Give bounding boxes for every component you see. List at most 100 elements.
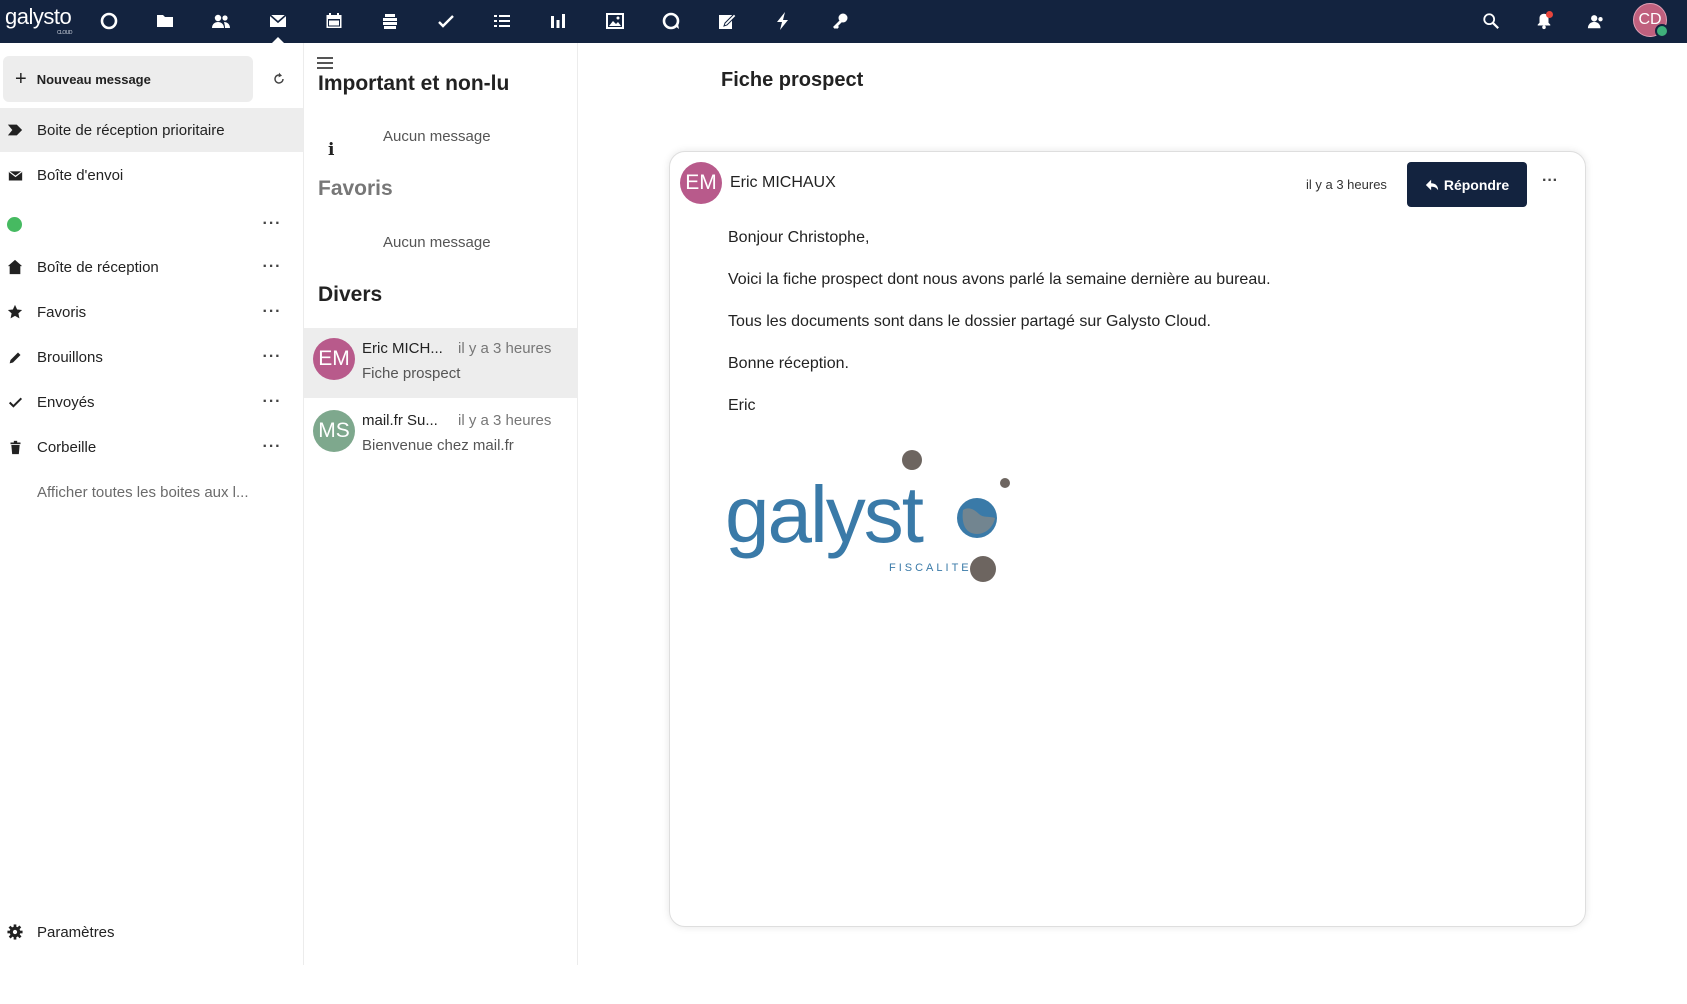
message-sender: mail.fr Su... (362, 412, 438, 429)
plus-icon: + (15, 68, 27, 90)
dashboard-icon[interactable] (93, 5, 125, 37)
outbox-icon (6, 166, 24, 184)
logo-wordmark: galyst (725, 470, 924, 559)
analytics-icon[interactable] (542, 5, 574, 37)
nav-item-priority-inbox[interactable]: Boite de réception prioritaire (0, 108, 303, 152)
nav-item-show-all-mailboxes[interactable]: Afficher toutes les boites aux l... (0, 470, 303, 514)
menu-toggle-icon[interactable] (317, 57, 333, 69)
message-list: Important et non-lu i Aucun message Favo… (304, 43, 578, 965)
message-list-item[interactable]: MS mail.fr Su... il y a 3 heures Bienven… (304, 400, 578, 470)
nav-item-label: Favoris (37, 303, 87, 321)
empty-message: Aucun message (383, 234, 491, 251)
search-icon[interactable] (1475, 5, 1507, 37)
empty-message: Aucun message (383, 128, 491, 145)
section-title-favorites: Favoris (318, 177, 393, 200)
nav-item-label: Boîte d'envoi (37, 166, 124, 184)
contacts-menu-icon[interactable] (1580, 5, 1612, 37)
section-title-other: Divers (318, 283, 383, 306)
message-list-item[interactable]: EM Eric MICH... il y a 3 heures Fiche pr… (304, 328, 578, 398)
nav-item-label: Boîte de réception (37, 258, 159, 276)
reply-button[interactable]: Répondre (1407, 162, 1527, 207)
passwords-icon[interactable] (824, 5, 856, 37)
settings-button[interactable]: Paramètres (0, 912, 303, 952)
info-icon[interactable]: i (328, 140, 334, 160)
trash-icon (6, 438, 24, 456)
nav-item-favorites[interactable]: Favoris ··· (0, 290, 303, 334)
message-sender: Eric MICH... (362, 340, 443, 357)
brand-subtitle: CLOUD (57, 30, 73, 36)
more-options-icon[interactable]: ··· (262, 348, 282, 366)
notification-badge (1546, 11, 1553, 18)
logo-tagline: FISCALITE (889, 562, 972, 574)
star-icon (6, 303, 24, 321)
message-body-line: Bonjour Christophe, (728, 229, 870, 246)
message-title: Fiche prospect (721, 69, 864, 91)
nav-item-label: Corbeille (37, 438, 97, 456)
priority-icon (6, 121, 24, 139)
avatar-initials: EM (685, 171, 717, 194)
new-message-button[interactable]: + Nouveau message (3, 56, 253, 102)
message-time: il y a 3 heures (458, 340, 552, 357)
check-icon (6, 393, 24, 411)
nav-item-inbox[interactable]: Boîte de réception ··· (0, 245, 303, 289)
user-status-indicator (1655, 24, 1669, 38)
contacts-icon[interactable] (205, 5, 237, 37)
more-options-icon[interactable]: ··· (262, 438, 282, 456)
deck-icon[interactable] (374, 5, 406, 37)
message-timestamp: il y a 3 heures (1306, 177, 1387, 192)
notes-icon[interactable] (711, 5, 743, 37)
settings-label: Paramètres (37, 923, 115, 941)
reply-icon (1425, 179, 1438, 190)
nav-item-outbox[interactable]: Boîte d'envoi (0, 153, 303, 197)
nav-item-trash[interactable]: Corbeille ··· (0, 425, 303, 469)
refresh-icon[interactable] (268, 68, 290, 90)
mail-icon[interactable] (262, 5, 294, 43)
nav-item-account[interactable]: ··· (0, 202, 303, 246)
avatar: MS (313, 410, 355, 452)
nav-item-label: Envoyés (37, 393, 95, 411)
message-body-line: Tous les documents sont dans le dossier … (728, 313, 1211, 330)
message-body-line: Eric (728, 397, 756, 414)
calendar-icon[interactable] (318, 5, 350, 37)
talk-icon[interactable] (655, 5, 687, 37)
tasks-icon[interactable] (430, 5, 462, 37)
gear-icon (6, 923, 24, 941)
nav-item-label: Boite de réception prioritaire (37, 121, 225, 139)
message-subject: Fiche prospect (362, 365, 461, 382)
message-body-line: Bonne réception. (728, 355, 849, 372)
notifications-bell-icon[interactable] (1528, 5, 1560, 37)
photos-icon[interactable] (599, 5, 631, 37)
brand-name: galysto (5, 4, 72, 29)
new-message-label: Nouveau message (36, 71, 151, 87)
more-options-icon[interactable]: ··· (262, 258, 282, 276)
show-all-mailboxes-link: Afficher toutes les boites aux l... (37, 483, 249, 501)
message-body-line: Voici la fiche prospect dont nous avons … (728, 271, 1271, 288)
activity-icon[interactable] (767, 5, 799, 37)
avatar-initials: EM (318, 347, 350, 370)
list-icon[interactable] (486, 5, 518, 37)
mail-navigation: + Nouveau message Boite de réception pri… (0, 43, 304, 965)
sender-name[interactable]: Eric MICHAUX (730, 174, 836, 192)
pencil-icon (6, 348, 24, 366)
reply-label: Répondre (1443, 176, 1510, 193)
more-options-icon[interactable]: ··· (262, 303, 282, 321)
avatar-initials: MS (318, 419, 350, 442)
avatar: EM (313, 338, 355, 380)
more-options-icon[interactable]: ··· (262, 393, 282, 411)
nav-item-sent[interactable]: Envoyés ··· (0, 380, 303, 424)
brand-logo[interactable]: galysto CLOUD (5, 4, 73, 36)
message-time: il y a 3 heures (458, 412, 552, 429)
inbox-icon (6, 258, 24, 276)
nav-item-label: Brouillons (37, 348, 103, 366)
top-bar: galysto CLOUD CD (0, 0, 1687, 43)
galysto-fiscalite-logo: galyst FISCALITE (725, 450, 1010, 582)
message-subject: Bienvenue chez mail.fr (362, 437, 514, 454)
section-title-important: Important et non-lu (318, 72, 510, 95)
account-status-icon (7, 216, 22, 232)
more-options-icon[interactable]: ··· (262, 215, 282, 233)
more-options-icon[interactable]: ··· (1542, 172, 1558, 190)
message-card: EM Eric MICHAUX il y a 3 heures Répondre… (669, 151, 1586, 927)
nav-item-drafts[interactable]: Brouillons ··· (0, 335, 303, 379)
sender-avatar: EM (680, 162, 722, 204)
files-icon[interactable] (149, 5, 181, 37)
